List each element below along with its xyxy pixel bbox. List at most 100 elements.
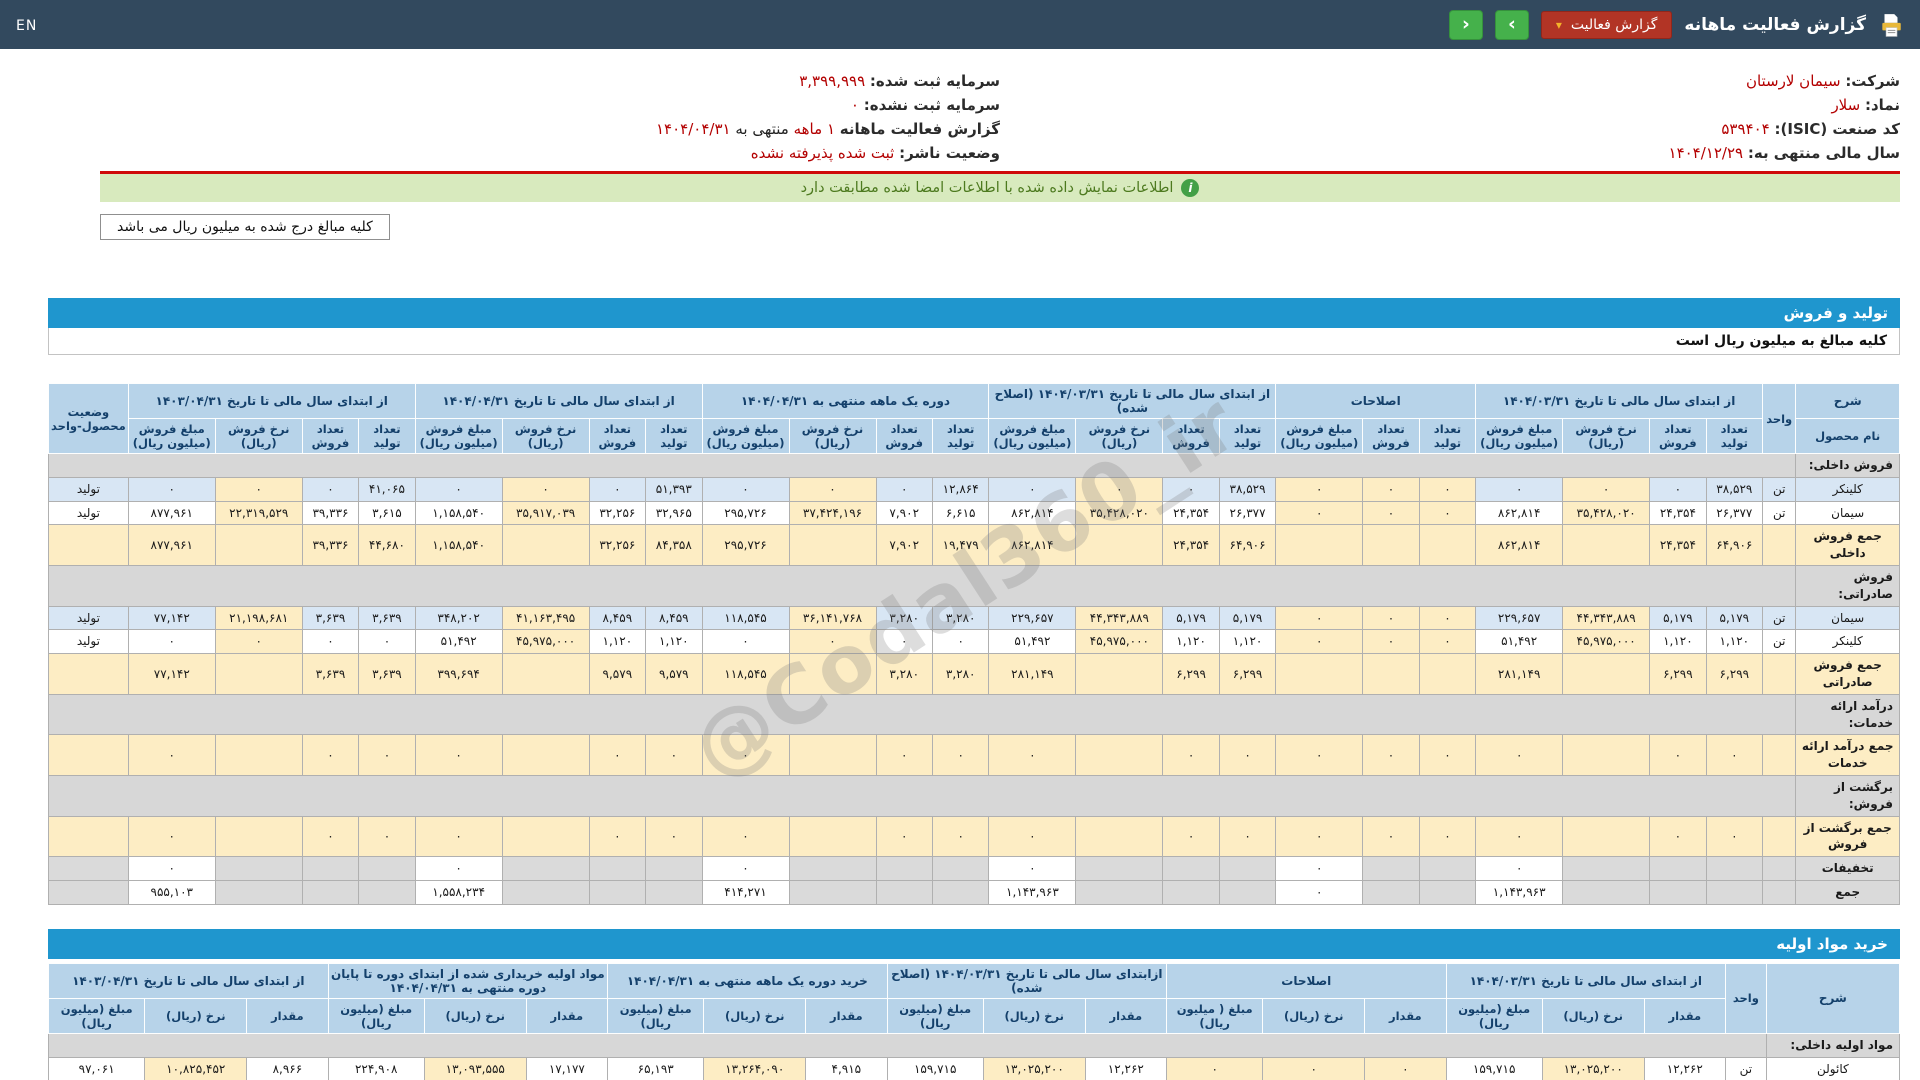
report-type-dropdown[interactable]: گزارش فعالیت ▾ — [1540, 10, 1673, 39]
value-cell: ۲۱,۱۹۸,۶۸۱ — [214, 605, 303, 631]
value-cell: ۳,۲۸۰ — [875, 605, 933, 631]
value-cell: ۸۷۷,۹۶۱ — [127, 524, 216, 566]
value-cell: ۷۷,۱۴۲ — [127, 605, 216, 631]
column-header: مقدار — [1643, 997, 1727, 1034]
value-cell: ۰ — [875, 629, 933, 655]
info-value: ۰ — [850, 96, 864, 114]
info-value: ۱۴۰۴/۰۴/۳۱ — [656, 120, 736, 138]
value-cell — [1075, 879, 1164, 905]
unit-cell — [1762, 879, 1797, 905]
product-status-cell — [48, 524, 129, 566]
column-header: تعداد فروش — [875, 418, 933, 454]
value-cell: ۸۶۲,۸۱۴ — [988, 500, 1077, 526]
value-cell: ۱۵۹,۷۱۵ — [886, 1056, 984, 1080]
topbar: گزارش فعالیت ماهانه گزارش فعالیت ▾ › ‹ E… — [0, 0, 1920, 49]
value-cell: ۱,۱۴۳,۹۶۳ — [988, 879, 1077, 905]
value-cell: ۵۱,۳۹۳ — [645, 476, 703, 502]
value-cell — [358, 879, 416, 905]
info-item: سرمایه ثبت نشده: ۰ — [100, 93, 1000, 117]
value-cell — [214, 879, 303, 905]
signed-data-text: اطلاعات نمایش داده شده با اطلاعات امضا ش… — [800, 180, 1174, 196]
value-cell: ۱۲,۲۶۲ — [1643, 1056, 1727, 1080]
product-name-cell: جمع فروش صادراتی — [1795, 653, 1900, 695]
column-header: نرخ فروش (ریال) — [214, 418, 303, 454]
product-status-cell: تولید — [48, 476, 129, 502]
info-item: کد صنعت (ISIC): ۵۳۹۴۰۴ — [1000, 117, 1900, 141]
value-cell — [1562, 653, 1651, 695]
report-icon[interactable] — [1878, 12, 1904, 38]
column-header: نرخ (ریال) — [703, 997, 807, 1034]
column-header: تعداد فروش — [1162, 418, 1220, 454]
value-cell: ۸۶۲,۸۱۴ — [1475, 524, 1564, 566]
product-status-cell — [48, 815, 129, 858]
info-item: گزارش فعالیت ماهانه ۱ ماهه منتهی به ۱۴۰۴… — [100, 117, 1000, 141]
value-cell: ۴۵,۹۷۵,۰۰۰ — [1075, 629, 1164, 655]
section-row: برگشت از فروش: — [47, 774, 1900, 817]
value-cell — [931, 879, 990, 905]
value-cell: ۰ — [1362, 734, 1420, 776]
header-row: شرح واحد از ابتدای سال مالی تا تاریخ ۱۴۰۴/… — [48, 383, 1900, 454]
value-cell: ۳۲,۹۶۵ — [645, 500, 703, 526]
value-cell: ۰ — [1275, 476, 1364, 502]
info-value: سیمان لارستان — [1745, 72, 1846, 90]
value-cell: ۶۴,۹۰۶ — [1705, 524, 1764, 566]
column-header: مبلغ (میلیون ریال) — [886, 997, 984, 1034]
value-cell: ۸,۴۵۹ — [645, 605, 703, 631]
column-header: نرخ (ریال) — [1262, 997, 1366, 1034]
value-cell: ۰ — [701, 815, 790, 858]
value-cell — [1362, 879, 1420, 905]
prev-report-button[interactable]: ‹ — [1448, 9, 1483, 40]
value-cell: ۰ — [1418, 476, 1477, 502]
value-cell: ۱۹,۴۷۹ — [931, 524, 990, 566]
value-cell: ۵۱,۴۹۲ — [1475, 629, 1564, 655]
value-cell: ۰ — [701, 734, 790, 776]
value-cell: ۶,۲۹۹ — [1218, 653, 1277, 695]
raw-materials-table: شرح واحد از ابتدای سال مالی تا تاریخ ۱۴۰۴/… — [47, 962, 1901, 1080]
value-cell — [501, 524, 590, 566]
value-cell — [501, 815, 590, 858]
value-cell: ۰ — [127, 629, 216, 655]
value-cell — [788, 879, 877, 905]
value-cell — [645, 879, 703, 905]
column-group-header: ازابتدای سال مالی تا تاریخ ۱۴۰۴/۰۳/۳۱ (ا… — [886, 962, 1168, 999]
column-header-unit: واحد — [1725, 962, 1767, 1034]
data-row: کلینکر تن ۱,۱۲۰ ۱,۱۲۰ ۴۵,۹۷۵,۰۰۰ ۵۱,۴۹۲ ۰ ۰ ۰ ۱,۱… — [48, 629, 1900, 655]
section-label: فروش صادراتی: — [1795, 564, 1900, 607]
info-label: سال مالی منتهی به: — [1747, 144, 1900, 162]
value-cell: ۰ — [414, 476, 503, 502]
value-cell: ۰ — [1362, 476, 1420, 502]
value-cell — [1362, 524, 1420, 566]
column-header: مبلغ (میلیون ریال) — [1445, 997, 1543, 1034]
value-cell: ۳۸,۵۲۹ — [1705, 476, 1764, 502]
unit-cell — [1762, 856, 1797, 881]
value-cell: ۳۵,۹۱۷,۰۳۹ — [501, 500, 590, 526]
column-group-header: مواد اولیه خریداری شده از ابتدای دوره تا… — [327, 962, 609, 999]
value-cell — [1562, 856, 1651, 881]
value-cell: ۰ — [358, 734, 416, 776]
column-header: تعداد فروش — [1362, 418, 1420, 454]
info-item: وضعیت ناشر: ثبت شده پذیرفته نشده — [100, 141, 1000, 165]
value-cell: ۱۲,۸۶۴ — [931, 476, 990, 502]
value-cell: ۱,۱۲۰ — [588, 629, 647, 655]
product-name-cell: جمع فروش داخلی — [1795, 524, 1900, 566]
value-cell — [501, 856, 590, 881]
value-cell: ۴۵,۹۷۵,۰۰۰ — [501, 629, 590, 655]
info-value: ثبت شده پذیرفته نشده — [750, 144, 900, 162]
value-cell — [358, 856, 416, 881]
info-label: سرمایه ثبت شده: — [869, 72, 1000, 90]
column-header: مبلغ (میلیون ریال) — [607, 997, 705, 1034]
value-cell — [1705, 879, 1764, 905]
header-row: شرح واحد از ابتدای سال مالی تا تاریخ ۱۴۰۴/… — [48, 962, 1901, 1034]
data-row: کلینکر تن ۳۸,۵۲۹ ۰ ۰ ۰ ۰ ۰ ۰ ۳۸,۵۲۹ ۰ ۰ ۰ ۱۲,۸۶۴ ۰ ۰ ۰ ۵۱… — [48, 476, 1900, 502]
language-switch-en[interactable]: EN — [16, 18, 37, 34]
value-cell: ۰ — [588, 476, 647, 502]
value-cell: ۰ — [1218, 734, 1277, 776]
info-icon: i — [1181, 179, 1200, 197]
value-cell: ۷,۹۰۲ — [875, 500, 933, 526]
next-report-button[interactable]: › — [1494, 9, 1529, 40]
production-table-container: شرح واحد از ابتدای سال مالی تا تاریخ ۱۴۰۴/… — [47, 383, 1900, 905]
total-row: جمع فروش داخلی ۶۴,۹۰۶ ۲۴,۳۵۴ ۸۶۲,۸۱۴ ۶۴,۹۰۶ ۲… — [48, 524, 1900, 566]
value-cell — [1218, 879, 1277, 905]
page-title: گزارش فعالیت ماهانه — [1684, 14, 1866, 35]
value-cell: ۲۴,۳۵۴ — [1162, 500, 1220, 526]
